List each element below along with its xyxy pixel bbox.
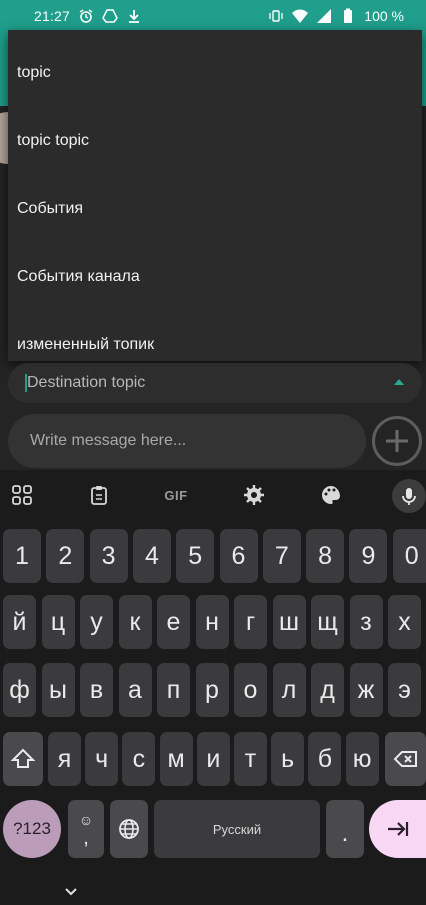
status-bar: 21:27 100 % [0,0,426,32]
key-ф[interactable]: ф [3,663,36,717]
clipboard-icon[interactable] [84,480,114,510]
plus-icon [386,430,408,452]
wifi-icon [292,8,309,24]
chevron-down-icon[interactable] [62,883,80,901]
topic-input[interactable]: Destination topic [8,363,422,403]
status-time: 21:27 [34,8,71,24]
comma-label: , [83,827,89,849]
key-п[interactable]: п [157,663,190,717]
apps-grid-icon[interactable] [7,480,37,510]
key-в[interactable]: в [80,663,113,717]
key-б[interactable]: б [308,732,342,786]
key-9[interactable]: 9 [349,529,388,583]
key-у[interactable]: у [80,595,113,649]
space-key[interactable]: Русский [154,800,320,858]
signal-icon [316,8,332,24]
key-ч[interactable]: ч [85,732,119,786]
topic-placeholder: Destination topic [27,374,146,391]
key-з[interactable]: з [349,595,383,649]
key-л[interactable]: л [272,663,306,717]
backspace-key[interactable] [385,732,426,786]
key-т[interactable]: т [234,732,267,786]
key-8[interactable]: 8 [306,529,345,583]
key-а[interactable]: а [118,663,152,717]
backspace-icon [393,751,417,767]
key-2[interactable]: 2 [46,529,85,583]
key-х[interactable]: х [388,595,421,649]
period-key[interactable]: . [326,800,364,858]
dropdown-item-topic[interactable]: topic [8,39,422,107]
key-о[interactable]: о [234,663,267,717]
enter-key[interactable] [369,800,426,858]
shift-key[interactable] [3,732,43,786]
alarm-icon [78,8,94,24]
symbols-key[interactable]: ?123 [3,800,61,858]
key-7[interactable]: 7 [262,529,301,583]
key-5[interactable]: 5 [176,529,215,583]
key-э[interactable]: э [388,663,421,717]
key-3[interactable]: 3 [89,529,128,583]
key-ц[interactable]: ц [41,595,75,649]
key-д[interactable]: д [311,663,344,717]
palette-icon[interactable] [316,480,346,510]
dropdown-item-topic-topic[interactable]: topic topic [8,107,422,175]
key-0[interactable]: 0 [392,529,426,583]
tab-arrow-icon [387,822,408,836]
emoji-comma-key[interactable]: ☺ , [68,800,104,858]
key-6[interactable]: 6 [219,529,258,583]
language-switch-key[interactable] [110,800,148,858]
key-ь[interactable]: ь [271,732,305,786]
key-ы[interactable]: ы [41,663,75,717]
shift-icon [10,748,36,768]
battery-percent: 100 % [364,8,404,24]
message-input[interactable]: Write message here... [8,414,366,468]
key-ш[interactable]: ш [272,595,306,649]
key-р[interactable]: р [195,663,229,717]
key-г[interactable]: г [234,595,267,649]
dropdown-arrow-icon[interactable] [394,379,404,385]
key-1[interactable]: 1 [3,529,41,583]
vibrate-icon [268,8,284,24]
key-н[interactable]: н [195,595,229,649]
add-attachment-button[interactable] [372,416,422,466]
gif-icon[interactable]: GIF [161,480,191,510]
topic-dropdown: topic topic topic События События канала… [8,30,422,361]
globe-icon [119,819,139,839]
settings-gear-icon[interactable] [239,480,269,510]
key-4[interactable]: 4 [132,529,171,583]
key-м[interactable]: м [159,732,193,786]
key-к[interactable]: к [118,595,152,649]
key-щ[interactable]: щ [311,595,344,649]
key-ж[interactable]: ж [349,663,383,717]
message-placeholder: Write message here... [30,432,187,449]
key-я[interactable]: я [48,732,81,786]
microphone-icon[interactable] [392,479,426,513]
dropdown-item-changed-topic[interactable]: измененный топик [8,311,422,361]
key-й[interactable]: й [3,595,36,649]
key-е[interactable]: е [157,595,190,649]
key-ю[interactable]: ю [345,732,379,786]
dropdown-item-events[interactable]: События [8,175,422,243]
key-и[interactable]: и [196,732,230,786]
battery-icon [340,8,356,24]
key-с[interactable]: с [122,732,156,786]
drive-icon [102,8,118,24]
keyboard-toolbar: GIF [0,470,426,522]
download-icon [126,8,142,24]
dropdown-item-channel-events[interactable]: События канала [8,243,422,311]
